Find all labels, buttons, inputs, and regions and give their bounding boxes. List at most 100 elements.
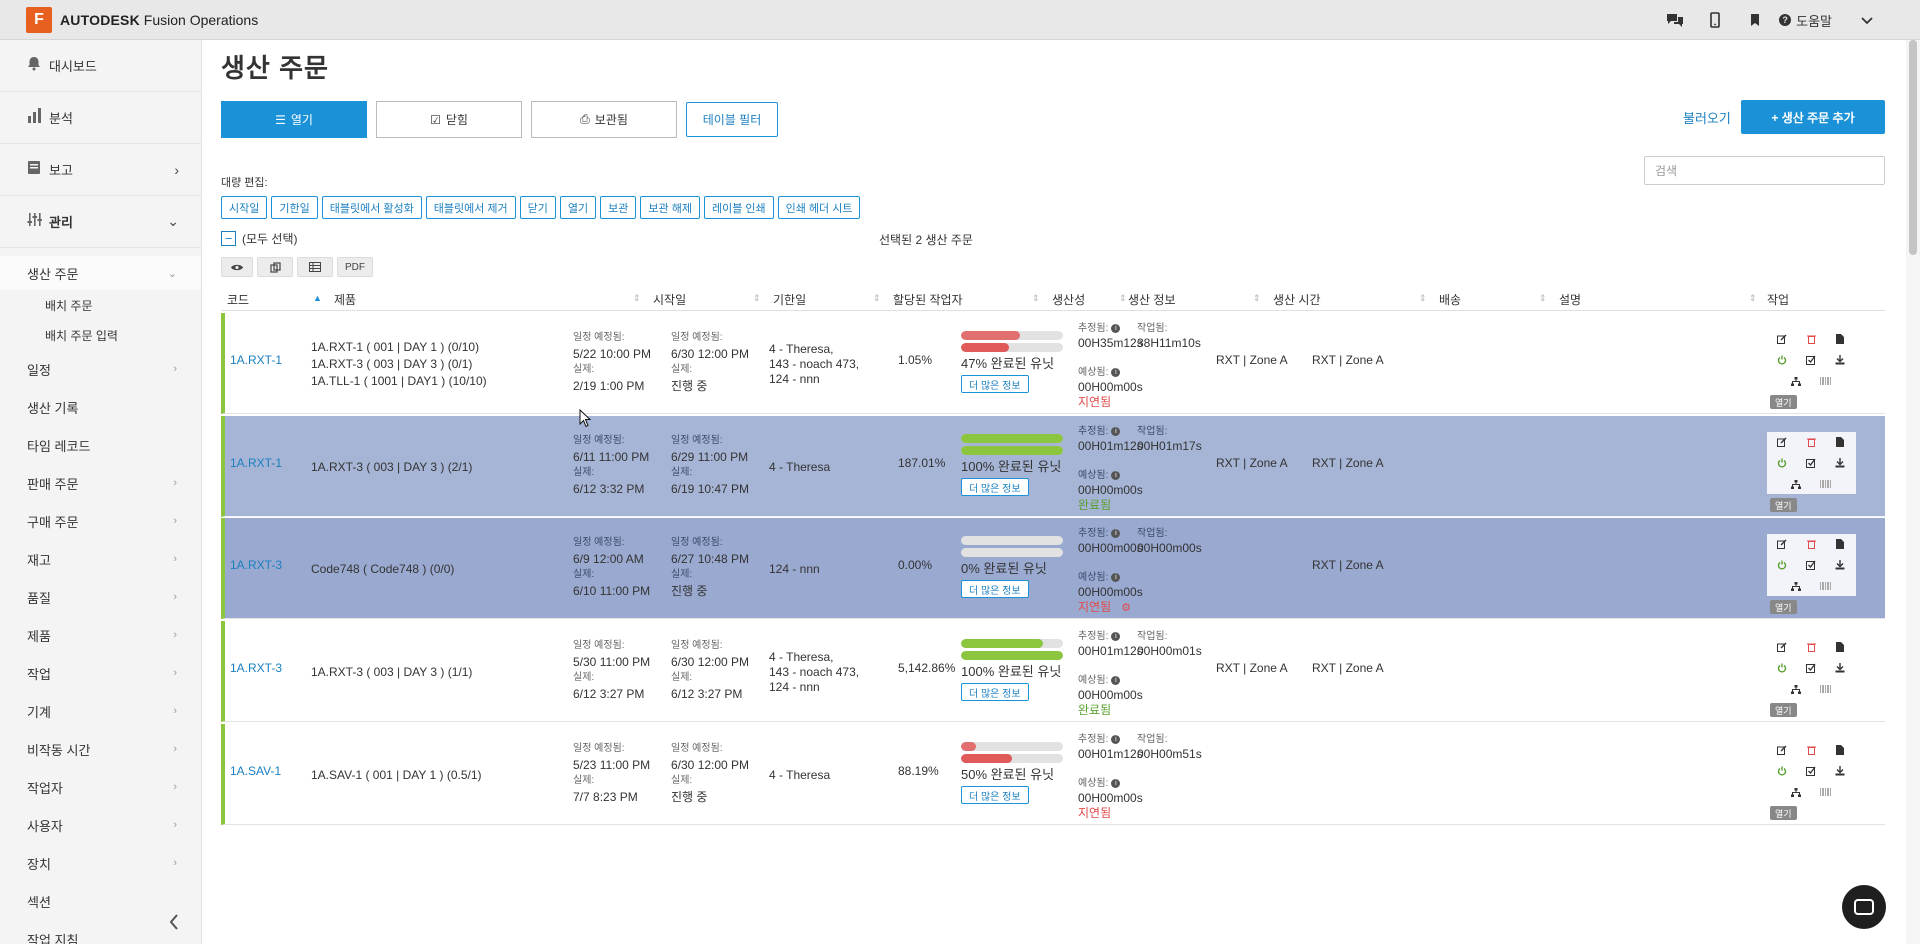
check-square-icon[interactable] [1800,659,1822,677]
sort-icon[interactable]: ⇕ [753,293,761,304]
column-header-start-date[interactable]: 시작일 [653,291,686,308]
collapse-sidebar-icon[interactable] [169,913,179,936]
order-code-link[interactable]: 1A.RXT-3 [230,558,282,572]
delete-icon[interactable] [1800,433,1822,451]
edit-icon[interactable] [1771,535,1793,553]
copy-icon[interactable] [257,257,293,277]
document-icon[interactable] [1829,638,1851,656]
sidebar-item-time-record[interactable]: 타임 레코드 [0,426,201,464]
tab-open[interactable]: ☰ 열기 [221,101,367,138]
tab-archived[interactable]: ⎙ 보관됨 [531,101,677,138]
info-icon[interactable]: i [1111,471,1121,480]
sort-icon[interactable]: ⇕ [1032,293,1040,304]
load-link[interactable]: 불러오기 [1683,108,1731,127]
barcode-icon[interactable] [1814,372,1836,390]
sidebar-item-analysis[interactable]: 분석 [0,92,201,144]
table-row[interactable]: 1A.RXT-3 1A.RXT-3 ( 003 | DAY 3 ) (1/1) … [221,621,1885,722]
pdf-button[interactable]: PDF [337,257,373,277]
sidebar-item-purchase-orders[interactable]: 구매 주문 › [0,502,201,540]
sitemap-icon[interactable] [1785,680,1807,698]
download-icon[interactable] [1829,659,1851,677]
bulk-archive-button[interactable]: 보관 [600,196,637,219]
sort-icon[interactable]: ⇕ [633,293,641,304]
info-icon[interactable]: i [1111,779,1121,788]
sidebar-item-operators[interactable]: 작업자 › [0,768,201,806]
barcode-icon[interactable] [1814,783,1836,801]
info-icon[interactable]: i [1111,368,1121,377]
table-row[interactable]: 1A.SAV-1 1A.SAV-1 ( 001 | DAY 1 ) (0.5/1… [221,724,1885,825]
open-badge[interactable]: 열기 [1770,806,1797,820]
barcode-icon[interactable] [1814,680,1836,698]
power-icon[interactable] [1771,659,1793,677]
open-badge[interactable]: 열기 [1770,498,1797,512]
document-icon[interactable] [1829,433,1851,451]
add-production-order-button[interactable]: + 생산 주문 추가 [1741,100,1885,134]
column-header-assigned-operators[interactable]: 할당된 작업자 [893,291,963,308]
sidebar-item-reports[interactable]: 보고 › [0,144,201,196]
order-code-link[interactable]: 1A.SAV-1 [230,764,281,778]
column-header-product[interactable]: 제품 [334,291,356,308]
sidebar-item-devices[interactable]: 장치 › [0,844,201,882]
search-input[interactable]: 검색 [1644,156,1885,185]
table-icon[interactable] [297,257,333,277]
open-badge[interactable]: 열기 [1770,395,1797,409]
bulk-unarchive-button[interactable]: 보관 해제 [640,196,700,219]
power-icon[interactable] [1771,762,1793,780]
sitemap-icon[interactable] [1785,577,1807,595]
sidebar-item-management[interactable]: 관리 ⌄ [0,196,201,248]
sidebar-item-users[interactable]: 사용자 › [0,806,201,844]
sort-icon[interactable]: ⇕ [1119,293,1127,304]
column-header-description[interactable]: 설명 [1559,291,1581,308]
info-icon[interactable]: i [1111,427,1121,436]
help-button[interactable]: ? 도움말 [1779,11,1832,30]
table-row[interactable]: 1A.RXT-1 1A.RXT-3 ( 003 | DAY 3 ) (2/1) … [221,416,1885,517]
sort-icon[interactable]: ⇕ [1539,293,1547,304]
chat-widget-button[interactable] [1842,885,1886,929]
sidebar-item-batch-order-entry[interactable]: 배치 주문 입력 [0,320,201,350]
power-icon[interactable] [1771,351,1793,369]
sort-icon[interactable]: ⇕ [873,293,881,304]
table-row[interactable]: 1A.RXT-1 1A.RXT-1 ( 001 | DAY 1 ) (0/10)… [221,313,1885,414]
sidebar-item-schedule[interactable]: 일정 › [0,350,201,388]
column-header-production-info[interactable]: 생산 정보 [1128,291,1176,308]
download-icon[interactable] [1829,762,1851,780]
app-logo[interactable]: F [26,6,52,33]
more-info-button[interactable]: 더 많은 정보 [961,478,1029,496]
delete-icon[interactable] [1800,741,1822,759]
bulk-enable-tablet-button[interactable]: 태블릿에서 활성화 [321,196,422,219]
sort-icon[interactable]: ⇕ [1749,293,1757,304]
more-info-button[interactable]: 더 많은 정보 [961,580,1029,598]
page-scrollbar[interactable] [1906,40,1920,944]
info-icon[interactable]: i [1111,573,1121,582]
order-code-link[interactable]: 1A.RXT-1 [230,353,282,367]
more-info-button[interactable]: 더 많은 정보 [961,786,1029,804]
sidebar-item-downtime[interactable]: 비작동 시간 › [0,730,201,768]
sort-icon[interactable]: ⇕ [1419,293,1427,304]
power-icon[interactable] [1771,454,1793,472]
column-header-due-date[interactable]: 기한일 [773,291,806,308]
delete-icon[interactable] [1800,638,1822,656]
column-header-productivity[interactable]: 생산성 [1052,291,1085,308]
barcode-icon[interactable] [1814,475,1836,493]
sidebar-item-products[interactable]: 제품 › [0,616,201,654]
sidebar-item-sales-orders[interactable]: 판매 주문 › [0,464,201,502]
scrollbar-thumb[interactable] [1909,40,1917,255]
order-code-link[interactable]: 1A.RXT-3 [230,661,282,675]
edit-icon[interactable] [1771,638,1793,656]
edit-icon[interactable] [1771,433,1793,451]
bulk-print-label-button[interactable]: 레이블 인쇄 [703,196,774,219]
check-square-icon[interactable] [1800,351,1822,369]
check-square-icon[interactable] [1800,556,1822,574]
bulk-due-date-button[interactable]: 기한일 [271,196,318,219]
chevron-down-icon[interactable] [1852,12,1882,28]
open-badge[interactable]: 열기 [1770,600,1797,614]
download-icon[interactable] [1829,454,1851,472]
bookmark-icon[interactable] [1735,0,1775,40]
more-info-button[interactable]: 더 많은 정보 [961,683,1029,701]
edit-icon[interactable] [1771,741,1793,759]
info-icon[interactable]: i [1111,324,1121,333]
power-icon[interactable] [1771,556,1793,574]
info-icon[interactable]: i [1111,735,1121,744]
open-badge[interactable]: 열기 [1770,703,1797,717]
barcode-icon[interactable] [1814,577,1836,595]
